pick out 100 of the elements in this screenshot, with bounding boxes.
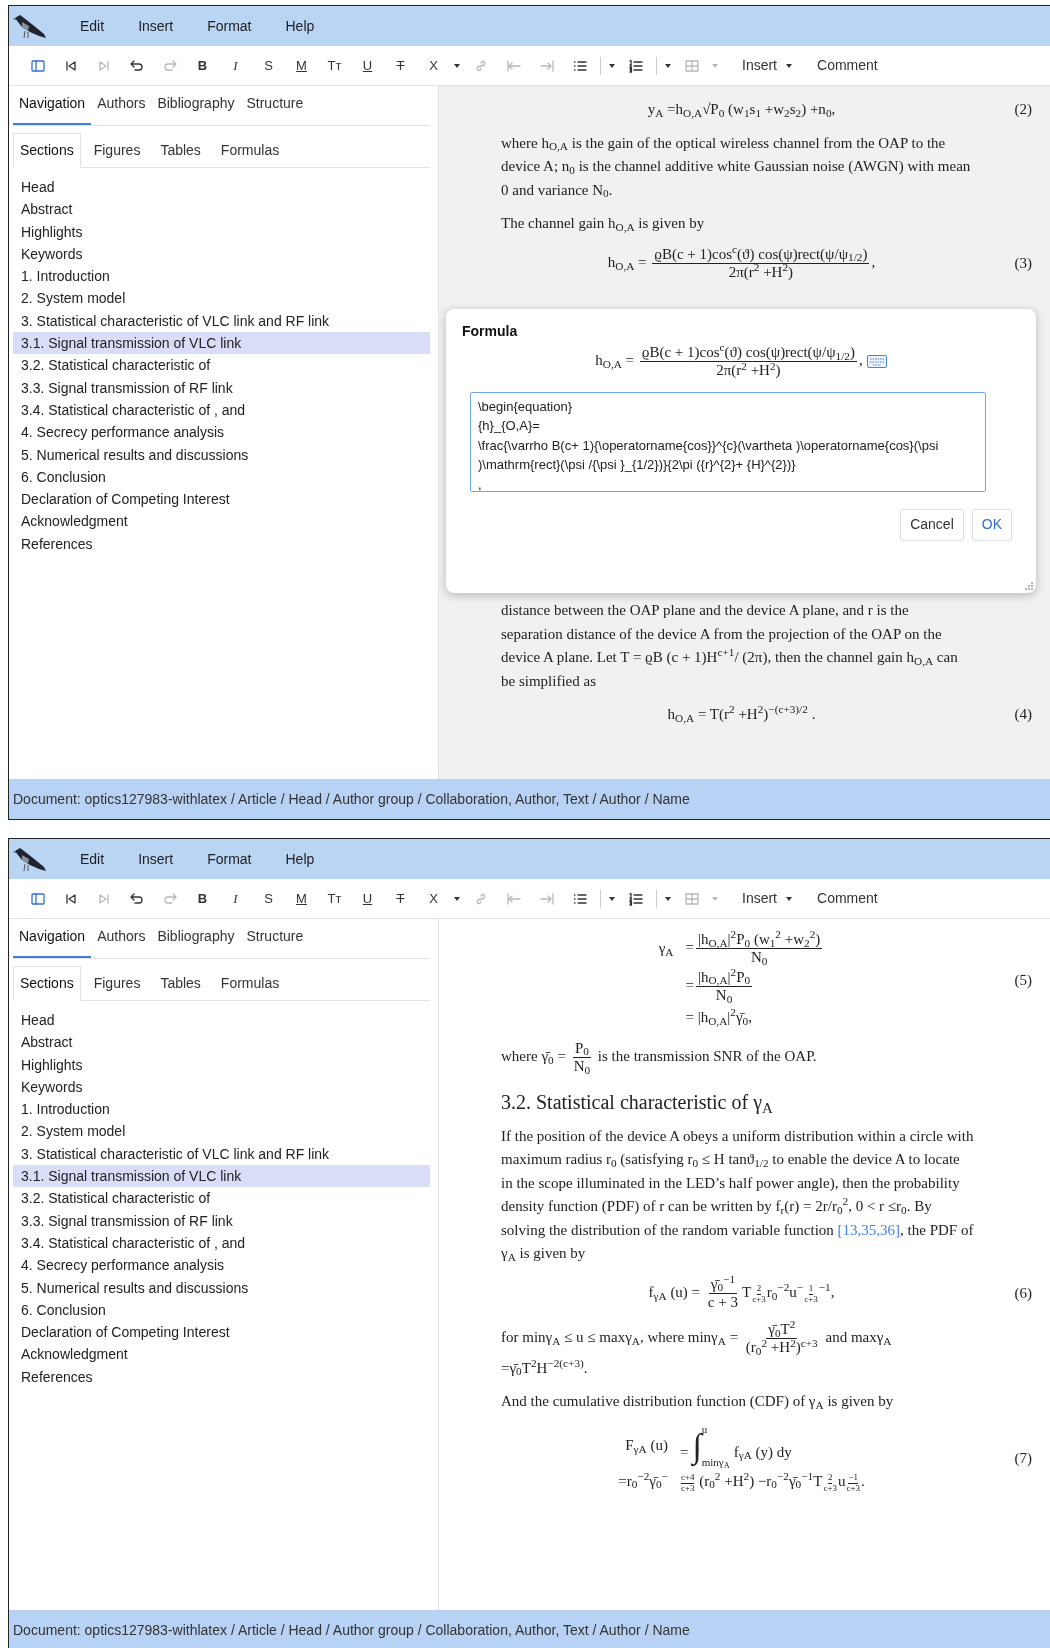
format-button[interactable]: S <box>252 884 285 913</box>
insert-menu-button[interactable]: Insert <box>730 51 805 80</box>
section-item[interactable]: Highlights <box>13 1053 430 1076</box>
equation-number: (2) <box>1013 100 1032 119</box>
section-item[interactable]: 4. Secrecy performance analysis <box>13 421 430 444</box>
section-item[interactable]: Acknowledgment <box>13 1343 430 1366</box>
bold-button[interactable]: B <box>186 884 219 913</box>
section-item[interactable]: 6. Conclusion <box>13 1298 430 1322</box>
sidebar-icon[interactable] <box>29 57 46 74</box>
section-item[interactable]: Declaration of Competing Interest <box>13 488 430 511</box>
navigation-tab[interactable]: Structure <box>240 926 310 958</box>
section-item[interactable]: 3.2. Statistical characteristic of <box>13 354 430 377</box>
sidebar-icon[interactable] <box>29 890 46 907</box>
citation-link[interactable]: [13,35,36] <box>837 1221 901 1238</box>
section-item[interactable]: 3. Statistical characteristic of VLC link and RF link <box>13 1142 430 1166</box>
strikethrough-button[interactable]: T <box>384 884 417 913</box>
section-tab[interactable]: Figures <box>86 966 148 1001</box>
section-tab[interactable]: Formulas <box>213 133 287 168</box>
underline-button[interactable]: U <box>351 51 384 80</box>
section-item[interactable]: 3.3. Signal transmission of RF link <box>13 1209 430 1232</box>
insert-menu-button[interactable]: Insert <box>730 884 805 913</box>
section-item[interactable]: 4. Secrecy performance analysis <box>13 1254 430 1277</box>
section-tab[interactable]: Figures <box>86 133 148 168</box>
section-item[interactable]: 3.4. Statistical characteristic of , and <box>13 1231 430 1255</box>
section-tab[interactable]: Sections <box>13 133 81 168</box>
formula-preview: h$_{O,A}$ = ϱB(c + 1)cos$^{c}$(ϑ) cos(ψ)rect(ψ/ψ$_{1/2}$) 2π(r$^{2}$ +H$^{2}$) , <box>595 344 863 380</box>
section-item[interactable]: 2. System model <box>13 287 430 310</box>
keyboard-icon[interactable] <box>866 355 887 369</box>
section-item[interactable]: 5. Numerical results and discussions <box>13 443 430 466</box>
section-item[interactable]: 3.4. Statistical characteristic of , and <box>13 398 430 422</box>
menu-item[interactable]: Insert <box>121 844 191 874</box>
section-item[interactable]: Head <box>13 1009 430 1032</box>
paragraph: And the cumulative distribution function (CDF) of γ$_{A}$ is given by <box>501 1392 895 1413</box>
status-bar-path: Document: optics127983-withlatex / Article / Head / Author group / Collaboration, Author, Text / Author / Name <box>13 789 690 809</box>
cancel-button[interactable]: Cancel <box>900 508 964 541</box>
section-item[interactable]: Abstract <box>13 198 430 221</box>
section-item[interactable]: 1. Introduction <box>13 265 430 288</box>
bold-button[interactable]: B <box>186 51 219 80</box>
caret-icon <box>453 62 461 69</box>
format-button[interactable]: X <box>417 884 450 913</box>
format-button[interactable]: Tᴛ <box>318 884 351 913</box>
format-button[interactable]: Tᴛ <box>318 51 351 80</box>
resize-grip-icon[interactable] <box>1025 582 1033 590</box>
underline-button[interactable]: M <box>285 51 318 80</box>
section-tab[interactable]: Tables <box>153 133 208 168</box>
navigation-tab[interactable]: Navigation <box>13 93 92 125</box>
navigation-tab[interactable]: Structure <box>240 93 310 125</box>
underline-button[interactable]: M <box>285 884 318 913</box>
format-button[interactable]: S <box>252 51 285 80</box>
equation-number: (7) <box>1013 1448 1032 1468</box>
menu-item[interactable]: Format <box>190 11 269 41</box>
navigation-tab[interactable]: Bibliography <box>151 926 241 958</box>
navigation-tab[interactable]: Navigation <box>13 926 92 958</box>
menu-item[interactable]: Help <box>268 844 332 874</box>
section-item[interactable]: 3.3. Signal transmission of RF link <box>13 376 430 399</box>
section-item[interactable]: References <box>13 532 430 556</box>
equation-number: (4) <box>1013 705 1032 724</box>
section-item[interactable]: Declaration of Competing Interest <box>13 1321 430 1344</box>
numbered-list-icon[interactable] <box>627 57 644 74</box>
section-item[interactable]: 1. Introduction <box>13 1098 430 1121</box>
section-item[interactable]: References <box>13 1365 430 1389</box>
bird-icon <box>13 12 47 40</box>
italic-button[interactable]: I <box>219 51 252 80</box>
navigation-tab[interactable]: Authors <box>91 93 152 125</box>
section-item[interactable]: 2. System model <box>13 1120 430 1143</box>
section-item[interactable]: Abstract <box>13 1031 430 1054</box>
menu-item[interactable]: Insert <box>121 11 191 41</box>
format-button[interactable]: X <box>417 51 450 80</box>
section-item[interactable]: 5. Numerical results and discussions <box>13 1276 430 1299</box>
comment-button[interactable]: Comment <box>805 884 890 913</box>
section-tab[interactable]: Sections <box>13 966 81 1001</box>
menu-item[interactable]: Edit <box>63 844 122 874</box>
section-item[interactable]: 3.2. Statistical characteristic of <box>13 1187 430 1210</box>
section-item[interactable]: Head <box>13 176 430 199</box>
strikethrough-button[interactable]: T <box>384 51 417 80</box>
section-tab[interactable]: Tables <box>153 966 208 1001</box>
ok-button[interactable]: OK <box>971 508 1012 541</box>
section-item[interactable]: 3.1. Signal transmission of VLC link <box>13 332 430 355</box>
section-item[interactable]: Keywords <box>13 1075 430 1099</box>
menu-item[interactable]: Edit <box>63 11 122 41</box>
underline-button[interactable]: U <box>351 884 384 913</box>
section-heading: 3.2. Statistical characteristic of γ$_{A}$ <box>501 1091 774 1115</box>
section-item[interactable]: 3.1. Signal transmission of VLC link <box>13 1165 430 1188</box>
menu-item[interactable]: Format <box>190 844 269 874</box>
section-item[interactable]: 6. Conclusion <box>13 465 430 489</box>
section-item[interactable]: 3. Statistical characteristic of VLC link and RF link <box>13 309 430 333</box>
navigation-tab[interactable]: Authors <box>91 926 152 958</box>
menu-item[interactable]: Help <box>268 11 332 41</box>
latex-field[interactable]: \begin{equation} {h}_{O,A}= \frac{\varrho B(c+ 1){\operatorname{cos}}^{c}(\vartheta )\operatorname{cos}(\psi )\mathrm{rect}(\psi /{\psi }_{1/2})}{2\pi ({r}^{2}+ {H}^{2})} , <box>470 391 986 492</box>
numbered-list-icon[interactable] <box>627 890 644 907</box>
equation: y$_{A}$ =h$_{O,A}$√P$_{0}$ (w$_{1}$s$_{1}$ +w$_{2}$s$_{2}$) +n$_{0}$, <box>647 100 836 121</box>
paragraph: distance between the OAP plane and the device A plane, and r is the separation distance of the device A from the projection of the OAP on the device A plane. Let T = ϱB (c + 1)H$^{c+1}$/ (2π), then the channel gain h$_{O,A}$ can be simplified as <box>501 601 959 691</box>
navigation-tab[interactable]: Bibliography <box>151 93 241 125</box>
section-item[interactable]: Keywords <box>13 242 430 266</box>
dialog-title: Formula <box>462 322 519 341</box>
section-item[interactable]: Highlights <box>13 220 430 243</box>
section-tab[interactable]: Formulas <box>213 966 287 1001</box>
section-item[interactable]: Acknowledgment <box>13 510 430 533</box>
italic-button[interactable]: I <box>219 884 252 913</box>
comment-button[interactable]: Comment <box>805 51 890 80</box>
